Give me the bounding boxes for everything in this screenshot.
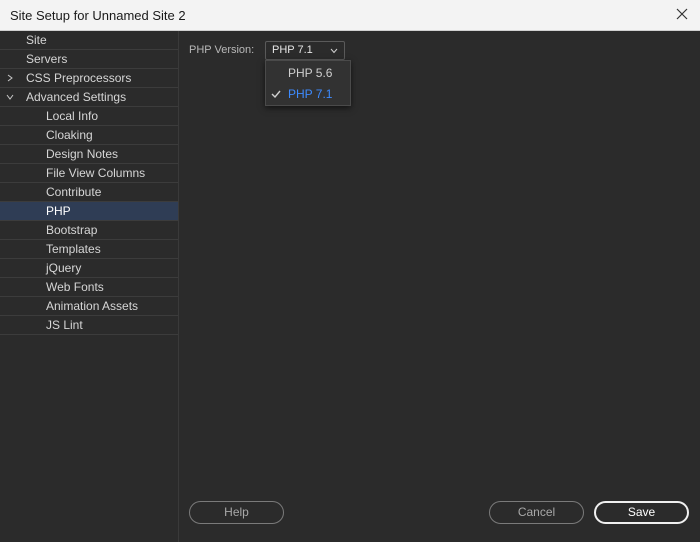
- sidebar-item-js-lint[interactable]: JS Lint: [0, 316, 178, 335]
- sidebar-item-local-info[interactable]: Local Info: [0, 107, 178, 126]
- sidebar-item-advanced-settings[interactable]: Advanced Settings: [0, 88, 178, 107]
- sidebar-item-label: Bootstrap: [46, 223, 98, 237]
- sidebar-item-label: File View Columns: [46, 166, 146, 180]
- settings-panel: PHP Version: PHP 7.1 PHP 5.6 PHP 7.1 Hel…: [180, 31, 700, 542]
- sidebar-item-label: Local Info: [46, 109, 99, 123]
- php-version-value: PHP 7.1: [272, 44, 313, 56]
- sidebar-item-css-preprocessors[interactable]: CSS Preprocessors: [0, 69, 178, 88]
- cancel-button[interactable]: Cancel: [489, 501, 584, 524]
- sidebar-item-site[interactable]: Site: [0, 31, 178, 50]
- sidebar-item-bootstrap[interactable]: Bootstrap: [0, 221, 178, 240]
- php-version-select[interactable]: PHP 7.1: [265, 41, 345, 60]
- sidebar-item-jquery[interactable]: jQuery: [0, 259, 178, 278]
- sidebar-item-servers[interactable]: Servers: [0, 50, 178, 69]
- php-version-label: PHP Version:: [189, 44, 255, 56]
- sidebar-item-label: Contribute: [46, 185, 102, 199]
- php-version-dropdown: PHP 5.6 PHP 7.1: [265, 60, 351, 106]
- save-button[interactable]: Save: [594, 501, 689, 524]
- checkmark-icon: [271, 90, 281, 98]
- sidebar-item-templates[interactable]: Templates: [0, 240, 178, 259]
- sidebar-item-label: Advanced Settings: [26, 90, 127, 104]
- option-php-7-1[interactable]: PHP 7.1: [266, 84, 350, 104]
- sidebar-item-label: Servers: [26, 52, 68, 66]
- sidebar-item-label: CSS Preprocessors: [26, 71, 132, 85]
- sidebar-item-contribute[interactable]: Contribute: [0, 183, 178, 202]
- category-sidebar: Site Servers CSS Preprocessors Advanced …: [0, 31, 179, 542]
- sidebar-item-label: Templates: [46, 242, 101, 256]
- chevron-down-icon: [330, 48, 338, 54]
- chevron-down-icon[interactable]: [6, 93, 14, 101]
- sidebar-item-label: Animation Assets: [46, 299, 139, 313]
- sidebar-item-label: jQuery: [46, 261, 82, 275]
- option-php-5-6[interactable]: PHP 5.6: [266, 63, 350, 83]
- sidebar-item-design-notes[interactable]: Design Notes: [0, 145, 178, 164]
- sidebar-item-animation-assets[interactable]: Animation Assets: [0, 297, 178, 316]
- sidebar-item-cloaking[interactable]: Cloaking: [0, 126, 178, 145]
- sidebar-item-file-view-columns[interactable]: File View Columns: [0, 164, 178, 183]
- option-label: PHP 7.1: [288, 87, 333, 101]
- chevron-right-icon[interactable]: [6, 74, 14, 82]
- sidebar-item-label: JS Lint: [46, 318, 83, 332]
- sidebar-item-label: Design Notes: [46, 147, 119, 161]
- title-bar: Site Setup for Unnamed Site 2: [0, 0, 700, 31]
- window-title: Site Setup for Unnamed Site 2: [10, 8, 186, 23]
- help-button[interactable]: Help: [189, 501, 284, 524]
- sidebar-item-web-fonts[interactable]: Web Fonts: [0, 278, 178, 297]
- sidebar-item-label: Web Fonts: [46, 280, 104, 294]
- sidebar-item-label: Cloaking: [46, 128, 93, 142]
- close-icon[interactable]: [674, 6, 690, 22]
- option-label: PHP 5.6: [288, 66, 333, 80]
- sidebar-item-label: PHP: [46, 204, 71, 218]
- sidebar-item-php[interactable]: PHP: [0, 202, 178, 221]
- sidebar-item-label: Site: [26, 33, 47, 47]
